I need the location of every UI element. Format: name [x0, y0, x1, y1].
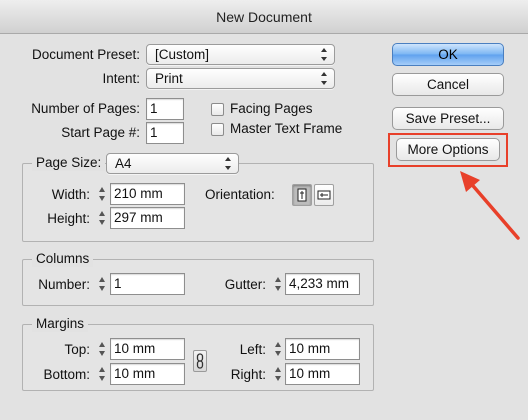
column-number-input[interactable]: 1 — [110, 273, 185, 295]
margin-left-stepper[interactable] — [272, 338, 284, 360]
orientation-label: Orientation: — [205, 187, 275, 202]
intent-label: Intent: — [102, 71, 140, 86]
landscape-orientation-button[interactable] — [314, 184, 334, 206]
height-stepper[interactable] — [96, 207, 108, 229]
master-text-frame-label: Master Text Frame — [230, 121, 343, 136]
number-of-pages-input[interactable]: 1 — [146, 98, 184, 120]
margin-right-label: Right: — [230, 367, 266, 382]
more-options-highlight — [388, 133, 508, 167]
page-size-label: Page Size: — [32, 155, 106, 171]
column-number-label: Number: — [38, 277, 90, 292]
margin-top-label: Top: — [64, 342, 90, 357]
start-page-label: Start Page #: — [61, 125, 140, 140]
gutter-input[interactable]: 4,233 mm — [285, 273, 360, 295]
gutter-stepper[interactable] — [272, 273, 284, 295]
margins-title: Margins — [32, 316, 89, 332]
document-preset-label: Document Preset: — [31, 47, 140, 62]
cancel-button[interactable]: Cancel — [392, 73, 504, 96]
portrait-page-icon — [297, 188, 307, 202]
margin-left-label: Left: — [239, 342, 266, 357]
master-text-frame-checkbox[interactable] — [211, 123, 224, 136]
annotation-arrow-icon — [460, 171, 520, 240]
facing-pages-label: Facing Pages — [230, 101, 313, 116]
margin-top-input[interactable]: 10 mm — [110, 338, 185, 360]
gutter-label: Gutter: — [224, 277, 266, 292]
margin-bottom-input[interactable]: 10 mm — [110, 363, 185, 385]
intent-value: Print — [155, 71, 183, 86]
height-label: Height: — [47, 211, 90, 226]
page-size-select[interactable]: A4 — [106, 153, 239, 174]
portrait-orientation-button[interactable] — [292, 184, 312, 206]
start-page-input[interactable]: 1 — [146, 122, 184, 144]
landscape-page-icon — [317, 190, 331, 200]
number-of-pages-label: Number of Pages: — [31, 101, 140, 116]
save-preset-button[interactable]: Save Preset... — [392, 107, 504, 130]
width-label: Width: — [51, 187, 90, 202]
width-stepper[interactable] — [96, 183, 108, 205]
margin-right-stepper[interactable] — [272, 363, 284, 385]
intent-select[interactable]: Print — [146, 68, 335, 89]
select-arrows-icon — [320, 48, 328, 61]
select-arrows-icon — [224, 157, 232, 170]
select-arrows-icon — [320, 72, 328, 85]
width-input[interactable]: 210 mm — [110, 183, 185, 205]
margin-top-stepper[interactable] — [96, 338, 108, 360]
margin-right-input[interactable]: 10 mm — [285, 363, 360, 385]
facing-pages-checkbox[interactable] — [211, 103, 224, 116]
height-input[interactable]: 297 mm — [110, 207, 185, 229]
column-number-stepper[interactable] — [96, 273, 108, 295]
columns-title: Columns — [32, 251, 94, 267]
margin-bottom-label: Bottom: — [43, 367, 90, 382]
document-preset-select[interactable]: [Custom] — [146, 44, 335, 65]
ok-button[interactable]: OK — [392, 43, 504, 66]
margin-left-input[interactable]: 10 mm — [285, 338, 360, 360]
page-size-value: A4 — [115, 156, 132, 171]
margin-bottom-stepper[interactable] — [96, 363, 108, 385]
document-preset-value: [Custom] — [155, 47, 210, 62]
window-title: New Document — [0, 0, 528, 34]
